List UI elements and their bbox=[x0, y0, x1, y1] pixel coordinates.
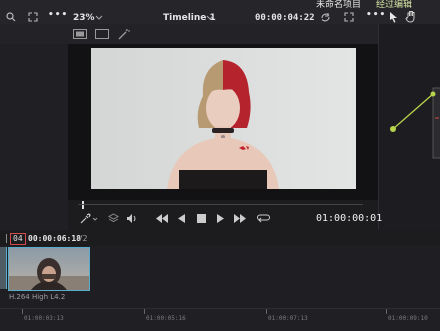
sync-icon[interactable] bbox=[320, 12, 331, 23]
fullscreen-icon[interactable] bbox=[28, 12, 38, 22]
edit-status: 经过编辑 bbox=[376, 0, 413, 10]
track-name: V2 bbox=[77, 234, 88, 243]
safe-area-icon[interactable] bbox=[95, 29, 109, 39]
layers-icon[interactable] bbox=[108, 213, 119, 224]
chevron-down-icon[interactable] bbox=[95, 15, 103, 20]
clip-codec: H.264 High L4.2 bbox=[9, 293, 66, 301]
skip-to-start-icon[interactable] bbox=[156, 214, 168, 223]
node-graph[interactable] bbox=[379, 84, 440, 164]
clip-timecode: 00:00:06:18 bbox=[28, 234, 81, 243]
hand-icon[interactable] bbox=[405, 10, 417, 23]
source-timecode: 00:00:04:22 bbox=[255, 13, 315, 23]
playhead[interactable] bbox=[82, 201, 84, 209]
reverse-play-icon[interactable] bbox=[178, 214, 186, 223]
clip-thumbnail[interactable] bbox=[8, 247, 90, 291]
ruler-tick: 01:00:09:10 bbox=[388, 315, 428, 322]
project-title: 未命名项目 bbox=[316, 0, 362, 10]
search-icon[interactable] bbox=[6, 12, 16, 22]
play-icon[interactable] bbox=[217, 214, 225, 223]
eyedropper-icon[interactable] bbox=[80, 213, 98, 224]
layout-icon[interactable] bbox=[73, 29, 87, 39]
more-options-icon[interactable]: ••• bbox=[48, 10, 68, 20]
video-frame-image bbox=[91, 48, 356, 189]
skip-to-end-icon[interactable] bbox=[234, 214, 246, 223]
clip-thumbnail-image bbox=[9, 248, 89, 290]
stop-icon[interactable] bbox=[197, 214, 206, 223]
loop-icon[interactable] bbox=[257, 213, 270, 224]
node-panel bbox=[378, 24, 440, 230]
zoom-level[interactable]: 23% bbox=[73, 13, 95, 23]
ruler-tick: 01:00:07:13 bbox=[268, 315, 308, 322]
ruler-tick: 01:00:03:13 bbox=[24, 315, 64, 322]
media-panel bbox=[0, 44, 68, 230]
magic-wand-icon[interactable] bbox=[118, 28, 130, 40]
timeline-chevron-icon[interactable] bbox=[206, 15, 214, 20]
ruler-mark bbox=[22, 309, 23, 314]
timeline-ruler[interactable]: 01:00:03:13 01:00:05:16 01:00:07:13 01:0… bbox=[0, 308, 440, 331]
ruler-mark bbox=[144, 309, 145, 314]
scrub-bar[interactable] bbox=[78, 204, 363, 205]
previous-clip[interactable] bbox=[0, 247, 7, 289]
ruler-mark bbox=[386, 309, 387, 314]
timeline-header: 04 00:00:06:18 V2 bbox=[0, 230, 440, 246]
ruler-mark bbox=[266, 309, 267, 314]
video-frame bbox=[91, 48, 356, 189]
volume-icon[interactable] bbox=[126, 213, 138, 224]
viewer-toolbar bbox=[0, 24, 380, 44]
expand-icon[interactable] bbox=[344, 12, 354, 22]
transport-bar: 01:00:00:01 bbox=[68, 200, 382, 230]
playback-timecode: 01:00:00:01 bbox=[316, 213, 383, 224]
viewer-options-icon[interactable]: ••• bbox=[366, 10, 386, 20]
track-number[interactable]: 04 bbox=[10, 233, 26, 245]
track-divider bbox=[0, 234, 7, 243]
pointer-icon[interactable] bbox=[389, 11, 398, 23]
ruler-tick: 01:00:05:16 bbox=[146, 315, 186, 322]
